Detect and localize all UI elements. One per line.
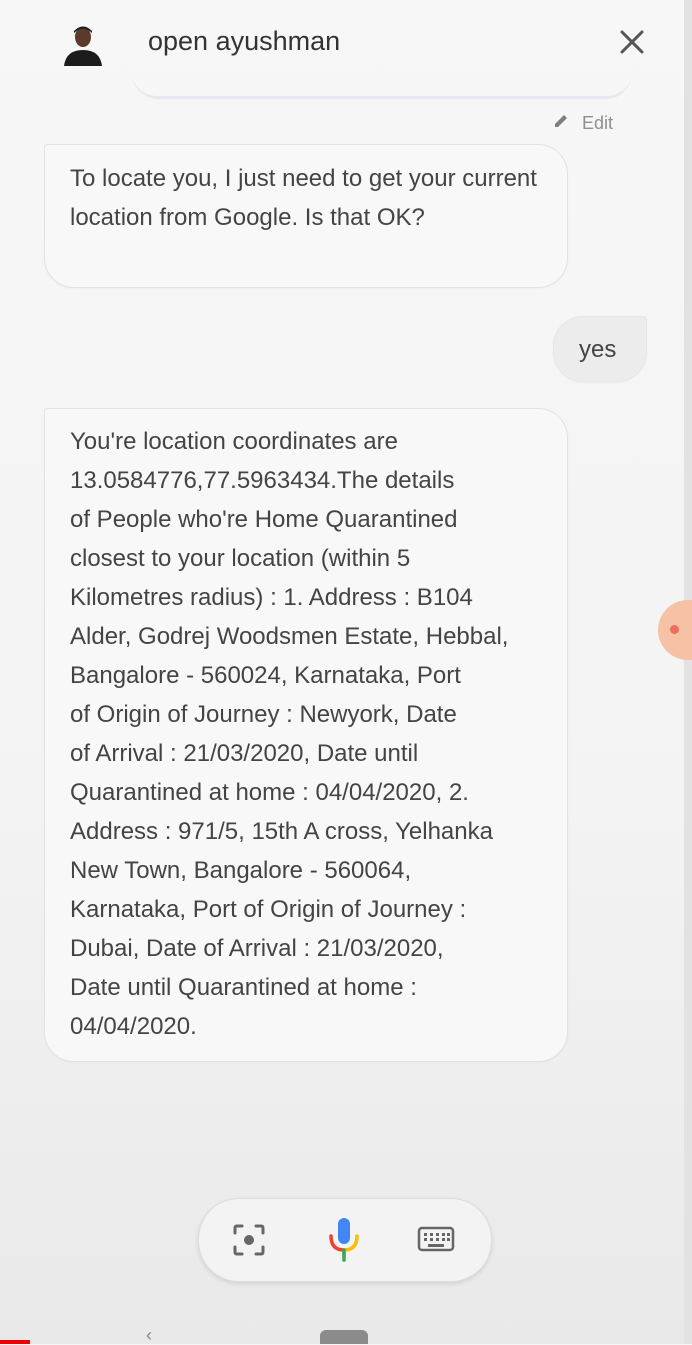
assistant-message: You're location coordinates are 13.05847…	[44, 408, 568, 1062]
message-text: yes	[579, 336, 617, 363]
back-nav-icon[interactable]: ‹	[146, 1326, 160, 1344]
assistant-message: To locate you, I just need to get your c…	[44, 144, 568, 288]
mic-icon[interactable]	[325, 1215, 363, 1265]
page-title: open ayushman	[148, 26, 341, 56]
close-icon[interactable]	[612, 22, 652, 62]
edit-button[interactable]: Edit	[552, 110, 613, 136]
previous-message-edge	[132, 68, 632, 99]
message-text: To locate you, I just need to get your c…	[70, 165, 537, 231]
screen-edge	[684, 0, 692, 1344]
person-avatar-icon[interactable]	[60, 20, 106, 66]
edit-label: Edit	[582, 112, 614, 133]
lens-icon[interactable]	[231, 1222, 267, 1258]
assistant-input-bar	[198, 1198, 492, 1282]
pencil-icon	[552, 112, 570, 135]
user-message[interactable]: yes	[553, 316, 647, 382]
video-progress-bar	[0, 1340, 30, 1344]
home-nav-handle[interactable]	[320, 1330, 368, 1344]
message-text: You're location coordinates are 13.05847…	[70, 428, 509, 1040]
keyboard-icon[interactable]	[417, 1225, 455, 1255]
